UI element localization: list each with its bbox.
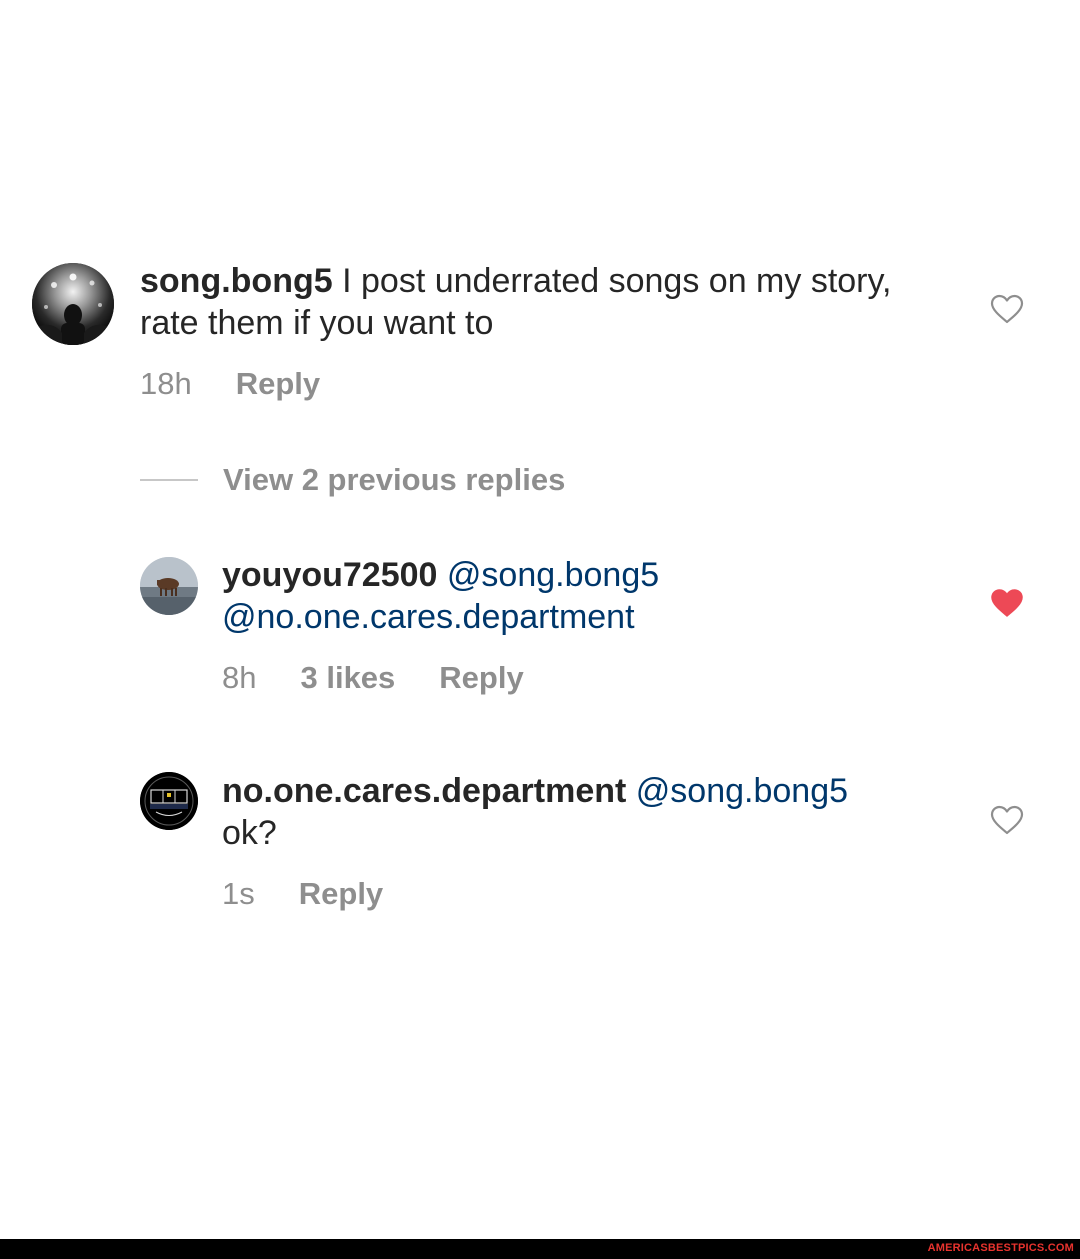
avatar[interactable] — [32, 263, 114, 345]
view-replies-label[interactable]: View 2 previous replies — [223, 462, 565, 498]
comment-text: youyou72500 @song.bong5 @no.one.cares.de… — [222, 554, 942, 638]
reply-button[interactable]: Reply — [236, 366, 320, 402]
reply-button[interactable]: Reply — [439, 660, 523, 696]
likes-count[interactable]: 3 likes — [300, 660, 395, 696]
avatar[interactable] — [140, 557, 198, 615]
mention-link[interactable]: @song.bong5 — [636, 772, 848, 810]
watermark-bar: AMERICASBESTPICS.COM — [0, 1239, 1080, 1259]
comment-body: ok? — [222, 814, 277, 852]
avatar-concert-image — [32, 263, 114, 345]
watermark-text: AMERICASBESTPICS.COM — [927, 1242, 1074, 1254]
username-link[interactable]: no.one.cares.department — [222, 772, 626, 810]
comment-text: song.bong5 I post underrated songs on my… — [140, 260, 900, 344]
username-link[interactable]: song.bong5 — [140, 262, 333, 300]
username-link[interactable]: youyou72500 — [222, 556, 437, 594]
heart-filled-icon[interactable] — [990, 588, 1024, 618]
comment-meta: 1s Reply — [222, 876, 383, 912]
mention-link[interactable]: @no.one.cares.department — [222, 598, 635, 636]
divider-line — [140, 479, 198, 481]
avatar-cow-image — [140, 557, 198, 615]
reply-button[interactable]: Reply — [299, 876, 383, 912]
mention-link[interactable]: @song.bong5 — [447, 556, 659, 594]
avatar[interactable] — [140, 772, 198, 830]
heart-outline-icon[interactable] — [990, 805, 1024, 835]
timestamp: 18h — [140, 366, 192, 401]
avatar-department-logo — [140, 772, 198, 830]
heart-outline-icon[interactable] — [990, 294, 1024, 324]
comment-text: no.one.cares.department @song.bong5 ok? — [222, 770, 962, 854]
timestamp: 8h — [222, 660, 257, 695]
timestamp: 1s — [222, 876, 255, 911]
comment-meta: 18h Reply — [140, 366, 320, 402]
comment-meta: 8h 3 likes Reply — [222, 660, 524, 696]
view-previous-replies[interactable]: View 2 previous replies — [140, 460, 565, 500]
